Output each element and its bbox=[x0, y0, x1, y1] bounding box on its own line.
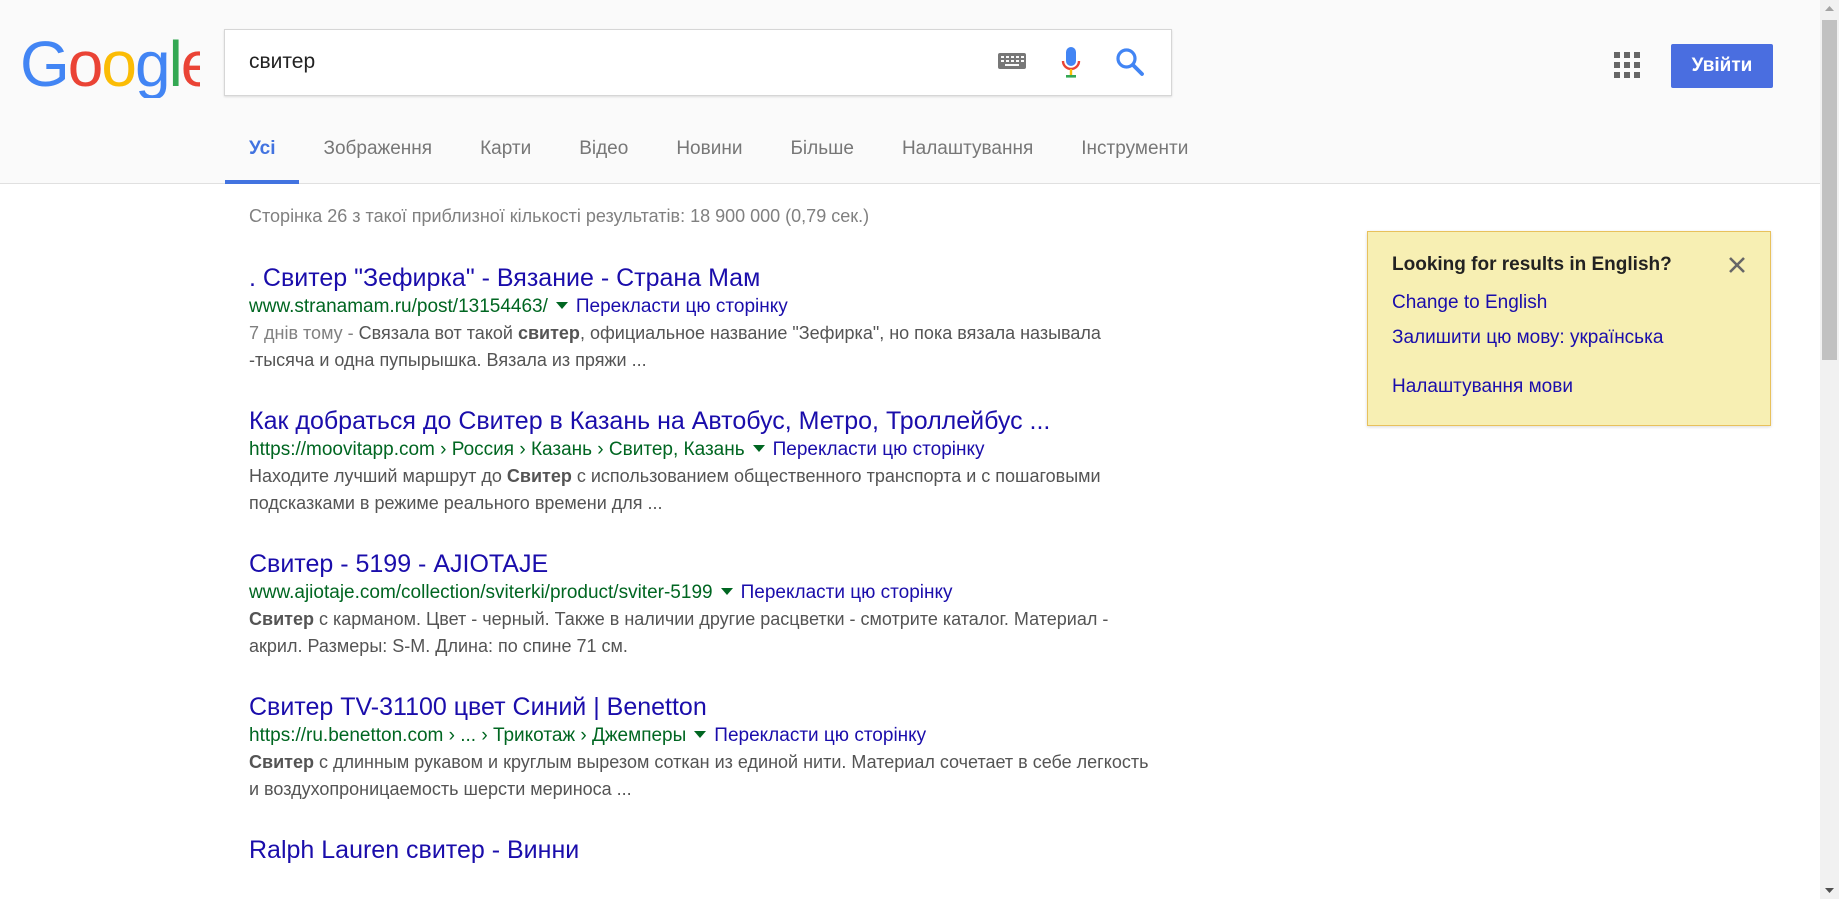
result-snippet: 7 днів тому - Связала вот такой свитер, … bbox=[249, 323, 1101, 370]
change-to-english-link[interactable]: Change to English bbox=[1392, 292, 1547, 314]
result-snippet: Свитер с карманом. Цвет - черный. Также … bbox=[249, 609, 1109, 656]
search-tabs: Усі Зображення Карти Відео Новини Більше… bbox=[225, 128, 1212, 184]
result-url-line: www.ajiotaje.com/collection/sviterki/pro… bbox=[249, 580, 1149, 606]
result-url: www.stranamam.ru/post/13154463/ bbox=[249, 296, 548, 317]
search-icon[interactable] bbox=[1115, 47, 1145, 77]
result-title-link[interactable]: Как добраться до Свитер в Казань на Авто… bbox=[249, 405, 1149, 437]
language-box-title: Looking for results in English? bbox=[1392, 254, 1672, 275]
dropdown-caret-icon[interactable] bbox=[720, 588, 733, 596]
result-snippet: Свитер с длинным рукавом и круглым вырез… bbox=[249, 752, 1149, 799]
result-title-link[interactable]: Свитер - 5199 - AJIOTAJE bbox=[249, 548, 1149, 580]
search-box bbox=[224, 29, 1172, 96]
result-title-link[interactable]: Ralph Lauren свитер - Винни bbox=[249, 834, 1149, 866]
result-title-link[interactable]: Свитер TV-31100 цвет Синий | Benetton bbox=[249, 691, 1149, 723]
tab-tools[interactable]: Інструменти bbox=[1057, 128, 1212, 183]
result-url-line: https://ru.benetton.com › ... › Трикотаж… bbox=[249, 723, 1149, 749]
results-list: . Свитер "Зефирка" - Вязание - Страна Ма… bbox=[249, 262, 1149, 897]
tab-news[interactable]: Новини bbox=[652, 128, 766, 183]
tab-all[interactable]: Усі bbox=[225, 128, 300, 184]
dropdown-caret-icon[interactable] bbox=[555, 302, 568, 310]
keyboard-icon[interactable] bbox=[997, 50, 1027, 72]
result-stats: Сторінка 26 з такої приблизної кількості… bbox=[249, 206, 870, 226]
result-url: www.ajiotaje.com/collection/sviterki/pro… bbox=[249, 582, 713, 603]
search-result: Как добраться до Свитер в Казань на Авто… bbox=[249, 405, 1149, 517]
search-result: Свитер - 5199 - AJIOTAJE www.ajiotaje.co… bbox=[249, 548, 1149, 660]
tab-images[interactable]: Зображення bbox=[299, 128, 456, 183]
translate-page-link[interactable]: Перекласти цю сторінку bbox=[576, 296, 788, 317]
scrollbar-thumb[interactable] bbox=[1822, 20, 1837, 360]
scrollbar[interactable] bbox=[1820, 0, 1839, 899]
tab-maps[interactable]: Карти bbox=[456, 128, 555, 183]
result-snippet: Находите лучший маршрут до Свитер с испо… bbox=[249, 466, 1101, 513]
translate-page-link[interactable]: Перекласти цю сторінку bbox=[714, 725, 926, 746]
tab-settings[interactable]: Налаштування bbox=[878, 128, 1057, 183]
result-date: 7 днів тому - bbox=[249, 323, 359, 343]
search-input[interactable] bbox=[249, 44, 969, 80]
microphone-icon[interactable] bbox=[1061, 46, 1081, 80]
search-result: Ralph Lauren свитер - Винни bbox=[249, 834, 1149, 866]
language-suggestion-box: Looking for results in English? Change t… bbox=[1367, 231, 1771, 426]
header: Google Увійти bbox=[0, 0, 1820, 184]
signin-button[interactable]: Увійти bbox=[1671, 44, 1773, 88]
result-url-line: https://moovitapp.com › Россия › Казань … bbox=[249, 437, 1149, 463]
dropdown-caret-icon[interactable] bbox=[752, 445, 765, 453]
search-result: Свитер TV-31100 цвет Синий | Benetton ht… bbox=[249, 691, 1149, 803]
result-title-link[interactable]: . Свитер "Зефирка" - Вязание - Страна Ма… bbox=[249, 262, 1149, 294]
scroll-down-arrow-icon[interactable] bbox=[1820, 882, 1839, 899]
google-logo[interactable]: Google bbox=[20, 34, 200, 98]
svg-text:Google: Google bbox=[20, 34, 200, 98]
dropdown-caret-icon[interactable] bbox=[694, 731, 707, 739]
scroll-up-arrow-icon[interactable] bbox=[1820, 0, 1839, 17]
result-url: https://ru.benetton.com › ... › Трикотаж… bbox=[249, 725, 687, 746]
close-icon[interactable] bbox=[1728, 256, 1746, 274]
search-result: . Свитер "Зефирка" - Вязание - Страна Ма… bbox=[249, 262, 1149, 374]
keep-language-link[interactable]: Залишити цю мову: українська bbox=[1392, 327, 1663, 349]
result-url-line: www.stranamam.ru/post/13154463/Перекласт… bbox=[249, 294, 1149, 320]
translate-page-link[interactable]: Перекласти цю сторінку bbox=[773, 439, 985, 460]
tab-more[interactable]: Більше bbox=[766, 128, 878, 183]
translate-page-link[interactable]: Перекласти цю сторінку bbox=[741, 582, 953, 603]
result-url: https://moovitapp.com › Россия › Казань … bbox=[249, 439, 745, 460]
apps-grid-icon[interactable] bbox=[1614, 52, 1640, 78]
tab-videos[interactable]: Відео bbox=[555, 128, 652, 183]
language-settings-link[interactable]: Налаштування мови bbox=[1392, 376, 1573, 398]
